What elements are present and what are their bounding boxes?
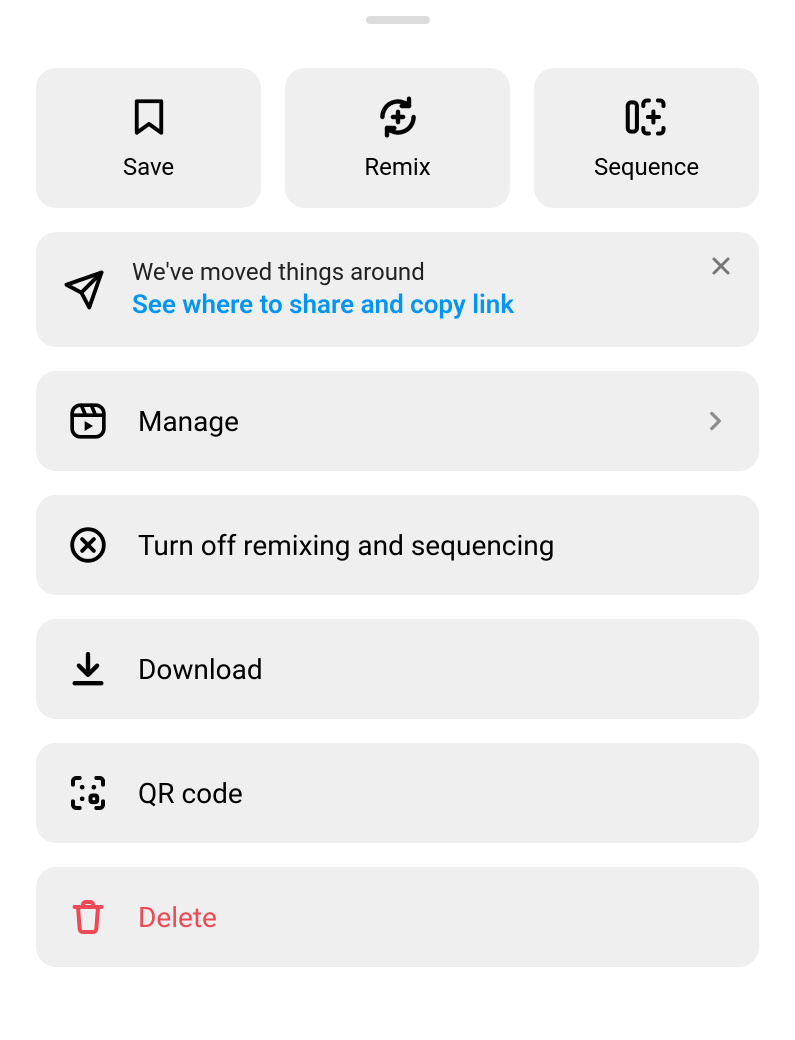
info-banner[interactable]: We've moved things around See where to s… — [36, 232, 759, 347]
remix-icon — [376, 95, 420, 139]
chevron-right-icon — [701, 407, 729, 435]
remix-tile[interactable]: Remix — [285, 68, 510, 208]
sequence-label: Sequence — [594, 153, 699, 181]
remix-label: Remix — [364, 153, 430, 181]
bookmark-icon — [127, 95, 171, 139]
share-plane-icon — [62, 268, 106, 312]
download-row[interactable]: Download — [36, 619, 759, 719]
top-action-row: Save Remix — [36, 68, 759, 208]
qr-code-icon — [66, 771, 110, 815]
sheet-grabber[interactable] — [366, 16, 430, 24]
save-label: Save — [123, 153, 174, 181]
sequence-icon — [625, 95, 669, 139]
turn-off-remix-label: Turn off remixing and sequencing — [138, 529, 729, 562]
manage-row[interactable]: Manage — [36, 371, 759, 471]
download-icon — [66, 647, 110, 691]
banner-text: We've moved things around See where to s… — [132, 256, 733, 323]
action-sheet: Save Remix — [0, 16, 795, 1027]
reel-manage-icon — [66, 399, 110, 443]
qr-code-row[interactable]: QR code — [36, 743, 759, 843]
download-label: Download — [138, 653, 729, 686]
save-tile[interactable]: Save — [36, 68, 261, 208]
trash-icon — [66, 895, 110, 939]
banner-title: We've moved things around — [132, 256, 733, 288]
banner-close-button[interactable] — [705, 250, 737, 282]
turn-off-remix-row[interactable]: Turn off remixing and sequencing — [36, 495, 759, 595]
delete-label: Delete — [138, 901, 729, 934]
banner-link[interactable]: See where to share and copy link — [132, 288, 733, 323]
sequence-tile[interactable]: Sequence — [534, 68, 759, 208]
manage-label: Manage — [138, 405, 673, 438]
qr-code-label: QR code — [138, 777, 729, 810]
delete-row[interactable]: Delete — [36, 867, 759, 967]
circle-x-icon — [66, 523, 110, 567]
